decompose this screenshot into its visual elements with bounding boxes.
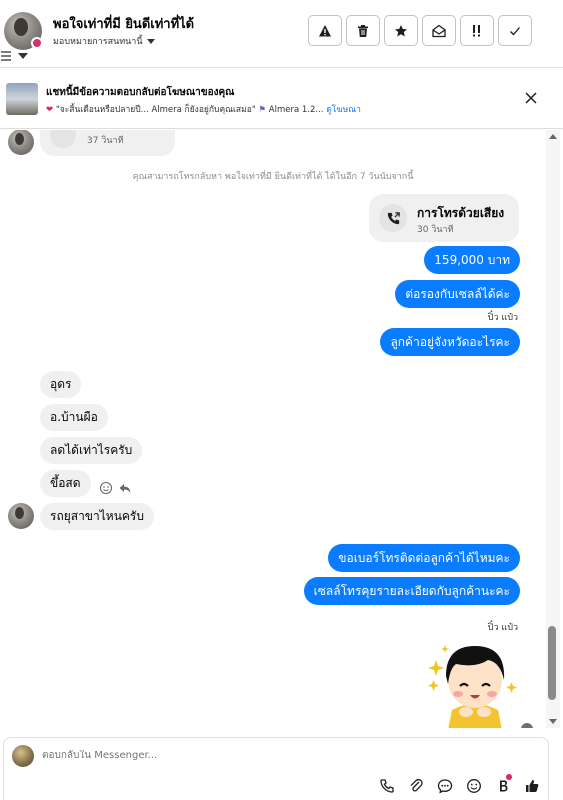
star-button[interactable]	[384, 15, 418, 46]
attachment-icon[interactable]	[406, 776, 425, 795]
outgoing-message[interactable]: เซลล์โทรคุยรายละเอียดกับลูกค้านะคะ	[303, 577, 520, 605]
page-avatar	[12, 745, 34, 767]
voice-call-card[interactable]: การโทรด้วยเสียง 30 วินาที	[369, 194, 519, 242]
emoji-react-icon[interactable]	[99, 481, 113, 495]
outgoing-message[interactable]: ลูกค้าอยู่จังหวัดอะไรคะ	[380, 328, 520, 356]
phone-icon	[50, 130, 76, 148]
contact-name: พอใจเท่าที่มี ยินดีเท่าที่ได้	[53, 17, 195, 32]
ad-reply-banner: แชทนี้มีข้อความตอบกลับต่อโฆษณาของคุณ ❤ "…	[0, 69, 563, 129]
heart-icon: ❤	[46, 105, 54, 115]
check-icon	[510, 26, 520, 35]
filter-icon[interactable]	[0, 49, 30, 63]
scroll-up-icon[interactable]	[549, 134, 557, 139]
ad-banner-title: แชทนี้มีข้อความตอบกลับต่อโฆษณาของคุณ	[46, 87, 235, 98]
outgoing-message[interactable]: ต่อรองกับเซลล์ได้ค่ะ	[395, 280, 520, 308]
outgoing-message[interactable]: ขอเบอร์โทรติดต่อลูกค้าได้ไหมคะ	[328, 544, 520, 572]
ad-thumbnail[interactable]	[6, 83, 38, 115]
reply-input[interactable]	[42, 750, 342, 761]
avatar	[8, 130, 34, 155]
assign-label: มอบหมายการสนทนานี้	[53, 37, 143, 47]
conversation-header: พอใจเท่าที่มี ยินดีเท่าที่ได้ มอบหมายการ…	[0, 0, 563, 68]
incoming-message[interactable]: ขึ้อสด	[40, 470, 91, 497]
envelope-open-icon	[432, 24, 446, 37]
ad-preview: ❤ "จะสิ้นเดือนหรือปลายปี... Almera ก็ยัง…	[46, 102, 361, 116]
composer-toolbar	[377, 774, 541, 795]
car-icon: ⚑	[258, 105, 267, 115]
scroll-down-icon[interactable]	[549, 719, 557, 724]
phone-icon[interactable]	[377, 776, 396, 795]
notification-dot	[506, 774, 512, 780]
warning-icon	[319, 24, 331, 36]
sender-name: ปิ๋ว แป๋ว	[487, 313, 518, 323]
scrollbar[interactable]	[546, 130, 560, 728]
delete-button[interactable]	[346, 15, 380, 46]
previous-call-card[interactable]: 37 วินาที	[40, 130, 175, 156]
call-title: การโทรด้วยเสียง	[417, 206, 505, 220]
flag-button[interactable]	[460, 15, 494, 46]
incoming-message[interactable]: อุดร	[40, 371, 82, 398]
bold-icon[interactable]	[493, 774, 512, 795]
cartoon-girl-sticker[interactable]	[426, 640, 522, 728]
callback-notice: คุณสามารถโทรกลับหา พอใจเท่าที่มี ยินดีเท…	[132, 172, 414, 182]
messenger-app: พอใจเท่าที่มี ยินดีเท่าที่ได้ มอบหมายการ…	[0, 0, 563, 800]
scroll-thumb[interactable]	[548, 626, 556, 700]
exclamation-icon	[473, 24, 480, 36]
incoming-message[interactable]: รถยุสาขาไหนครับ	[40, 503, 154, 530]
incoming-message[interactable]: อ.บ้านผือ	[40, 404, 108, 431]
done-button[interactable]	[498, 15, 532, 46]
sender-name: ปิ๋ว แป๋ว	[487, 623, 518, 633]
avatar	[8, 503, 34, 529]
trash-icon	[358, 24, 368, 37]
star-icon	[395, 24, 407, 36]
view-ad-link[interactable]: ดูโฆษณา	[326, 105, 361, 115]
messenger-badge-icon	[31, 37, 43, 49]
report-button[interactable]	[308, 15, 342, 46]
message-thread: 37 วินาที คุณสามารถโทรกลับหา พอใจเท่าที่…	[0, 130, 546, 728]
call-duration: 30 วินาที	[417, 225, 454, 235]
assign-conversation-dropdown[interactable]: มอบหมายการสนทนานี้	[53, 34, 155, 48]
emoji-icon[interactable]	[464, 776, 483, 795]
close-icon[interactable]	[524, 91, 538, 105]
chat-bubble-icon[interactable]	[435, 776, 454, 795]
reply-icon[interactable]	[118, 481, 132, 495]
like-icon[interactable]	[522, 776, 541, 795]
phone-outgoing-icon	[379, 204, 407, 232]
incoming-message[interactable]: ลดได้เท่าไรครับ	[40, 437, 143, 464]
call-duration: 37 วินาที	[87, 136, 124, 146]
seen-avatar	[521, 723, 533, 728]
outgoing-message[interactable]: 159,000 บาท	[424, 246, 520, 274]
chevron-down-icon	[146, 39, 155, 44]
ad-preview-text: "จะสิ้นเดือนหรือปลายปี... Almera ก็ยังอย…	[55, 105, 256, 115]
header-actions	[308, 15, 532, 46]
reply-composer	[3, 737, 549, 800]
mark-unread-button[interactable]	[422, 15, 456, 46]
ad-preview-tail: Almera 1.2...	[268, 105, 324, 115]
